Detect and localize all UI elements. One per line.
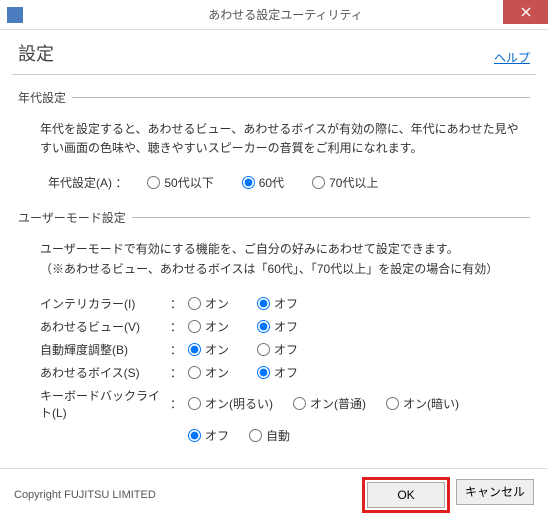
- view-radio-on[interactable]: [188, 320, 201, 333]
- colon: ：: [170, 295, 188, 312]
- intelcolor-radio-on[interactable]: [188, 297, 201, 310]
- age-legend: 年代設定: [18, 89, 72, 106]
- kb-on-normal-label: オン(普通): [310, 395, 366, 412]
- keyboard-row: キーボードバックライト(L) ： オン(明るい) オン(普通) オン(暗い): [40, 387, 530, 421]
- age-fieldset: 年代設定 年代を設定すると、あわせるビュー、あわせるボイスが有効の際に、年代にあ…: [18, 89, 530, 195]
- view-off-label: オフ: [274, 318, 298, 335]
- age-option-50[interactable]: 50代以下: [147, 174, 213, 191]
- page-title: 設定: [18, 40, 54, 66]
- intelcolor-on[interactable]: オン: [188, 295, 229, 312]
- voice-radio-off[interactable]: [257, 366, 270, 379]
- age-description: 年代を設定すると、あわせるビュー、あわせるボイスが有効の際に、年代にあわせた見や…: [40, 120, 520, 158]
- ok-button[interactable]: OK: [367, 482, 445, 508]
- copyright: Copyright FUJITSU LIMITED: [14, 489, 156, 501]
- voice-off[interactable]: オフ: [257, 364, 298, 381]
- kb-off[interactable]: オフ: [188, 427, 229, 444]
- age-radio-70[interactable]: [312, 176, 325, 189]
- usermode-fieldset: ユーザーモード設定 ユーザーモードで有効にする機能を、ご自分の好みにあわせて設定…: [18, 209, 530, 449]
- brightness-off[interactable]: オフ: [257, 341, 298, 358]
- voice-radio-on[interactable]: [188, 366, 201, 379]
- kb-off-label: オフ: [205, 427, 229, 444]
- brightness-label: 自動輝度調整(B): [40, 341, 170, 358]
- age-option-70-label: 70代以上: [329, 174, 378, 191]
- kb-on-normal[interactable]: オン(普通): [293, 395, 366, 412]
- age-option-70[interactable]: 70代以上: [312, 174, 378, 191]
- app-icon: [7, 7, 23, 23]
- age-option-60-label: 60代: [259, 174, 284, 191]
- keyboard-row-2: オフ 自動: [188, 427, 530, 444]
- usermode-description: ユーザーモードで有効にする機能を、ご自分の好みにあわせて設定できます。 （※あわ…: [40, 240, 520, 278]
- view-radio-off[interactable]: [257, 320, 270, 333]
- close-button[interactable]: [503, 0, 548, 24]
- colon: ：: [170, 341, 188, 358]
- age-row: 年代設定(A) ： 50代以下 60代 70代以上: [48, 174, 530, 191]
- keyboard-radios-2: オフ 自動: [188, 427, 290, 444]
- kb-on-bright-label: オン(明るい): [205, 395, 273, 412]
- view-radios: オン オフ: [188, 318, 298, 335]
- kb-on-dark[interactable]: オン(暗い): [386, 395, 459, 412]
- usermode-legend: ユーザーモード設定: [18, 209, 132, 226]
- voice-on[interactable]: オン: [188, 364, 229, 381]
- brightness-off-label: オフ: [274, 341, 298, 358]
- voice-radios: オン オフ: [188, 364, 298, 381]
- separator: [12, 74, 536, 75]
- ok-highlight: OK: [364, 479, 448, 511]
- intelcolor-radios: オン オフ: [188, 295, 298, 312]
- intelcolor-radio-off[interactable]: [257, 297, 270, 310]
- brightness-on-label: オン: [205, 341, 229, 358]
- kb-radio-on-dark[interactable]: [386, 397, 399, 410]
- intelcolor-label: インテリカラー(I): [40, 295, 170, 312]
- voice-label: あわせるボイス(S): [40, 364, 170, 381]
- button-bar: Copyright FUJITSU LIMITED OK キャンセル: [0, 468, 548, 521]
- kb-radio-off[interactable]: [188, 429, 201, 442]
- age-radio-60[interactable]: [242, 176, 255, 189]
- view-row: あわせるビュー(V) ： オン オフ: [40, 318, 530, 335]
- view-off[interactable]: オフ: [257, 318, 298, 335]
- titlebar: あわせる設定ユーティリティ: [0, 0, 548, 30]
- window-title: あわせる設定ユーティリティ: [23, 6, 548, 23]
- brightness-radios: オン オフ: [188, 341, 298, 358]
- intelcolor-off[interactable]: オフ: [257, 295, 298, 312]
- age-radio-50[interactable]: [147, 176, 160, 189]
- cancel-button[interactable]: キャンセル: [456, 479, 534, 505]
- kb-radio-on-bright[interactable]: [188, 397, 201, 410]
- voice-on-label: オン: [205, 364, 229, 381]
- colon: ：: [170, 395, 188, 412]
- intelcolor-row: インテリカラー(I) ： オン オフ: [40, 295, 530, 312]
- kb-auto[interactable]: 自動: [249, 427, 290, 444]
- kb-on-dark-label: オン(暗い): [403, 395, 459, 412]
- age-radios: 50代以下 60代 70代以上: [147, 174, 378, 191]
- header: 設定 ヘルプ: [0, 30, 548, 74]
- view-label: あわせるビュー(V): [40, 318, 170, 335]
- close-icon: [521, 7, 531, 17]
- help-link[interactable]: ヘルプ: [494, 49, 530, 66]
- brightness-radio-on[interactable]: [188, 343, 201, 356]
- intelcolor-off-label: オフ: [274, 295, 298, 312]
- brightness-radio-off[interactable]: [257, 343, 270, 356]
- view-on-label: オン: [205, 318, 229, 335]
- kb-radio-auto[interactable]: [249, 429, 262, 442]
- kb-auto-label: 自動: [266, 427, 290, 444]
- brightness-on[interactable]: オン: [188, 341, 229, 358]
- brightness-row: 自動輝度調整(B) ： オン オフ: [40, 341, 530, 358]
- kb-on-bright[interactable]: オン(明るい): [188, 395, 273, 412]
- keyboard-radios: オン(明るい) オン(普通) オン(暗い): [188, 395, 459, 412]
- colon: ：: [170, 318, 188, 335]
- age-label: 年代設定(A) ：: [48, 174, 127, 191]
- voice-row: あわせるボイス(S) ： オン オフ: [40, 364, 530, 381]
- view-on[interactable]: オン: [188, 318, 229, 335]
- dialog-buttons: OK キャンセル: [364, 479, 534, 511]
- keyboard-label: キーボードバックライト(L): [40, 387, 170, 421]
- colon: ：: [170, 364, 188, 381]
- kb-radio-on-normal[interactable]: [293, 397, 306, 410]
- voice-off-label: オフ: [274, 364, 298, 381]
- age-option-60[interactable]: 60代: [242, 174, 284, 191]
- age-option-50-label: 50代以下: [164, 174, 213, 191]
- intelcolor-on-label: オン: [205, 295, 229, 312]
